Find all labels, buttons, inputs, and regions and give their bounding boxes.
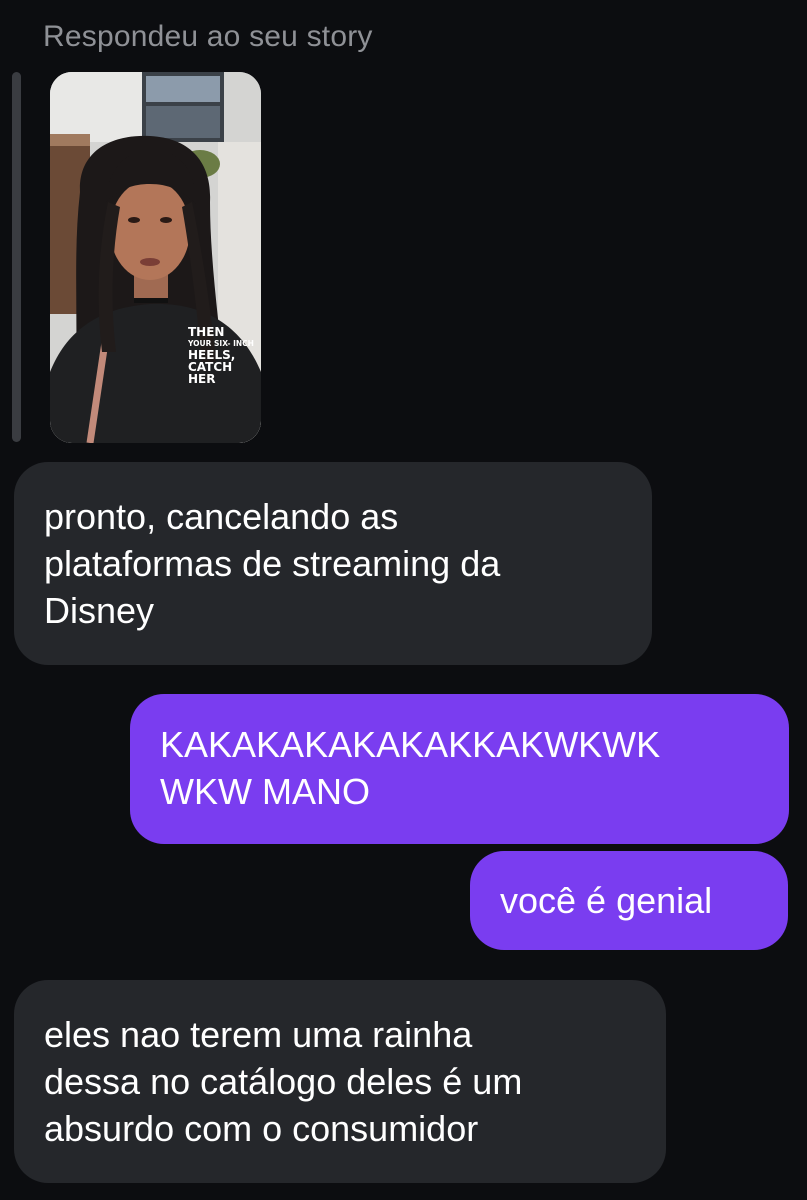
story-reply-label: Respondeu ao seu story bbox=[43, 20, 373, 53]
message-text: absurdo com o consumidor bbox=[44, 1108, 479, 1149]
story-photo bbox=[50, 72, 261, 443]
message-text: WKW MANO bbox=[160, 771, 370, 812]
incoming-message[interactable]: eles nao terem uma rainha dessa no catál… bbox=[14, 980, 666, 1183]
message-text: Disney bbox=[44, 590, 155, 631]
message-text: dessa no catálogo deles é um bbox=[44, 1061, 523, 1102]
outgoing-message[interactable]: você é genial bbox=[470, 851, 788, 950]
story-caption-line: YOUR SIX- INCH bbox=[188, 339, 254, 348]
story-caption-line: THEN bbox=[188, 325, 225, 339]
story-caption-line: HEELS, bbox=[188, 347, 236, 362]
reply-quote-bar bbox=[12, 72, 21, 442]
message-text: você é genial bbox=[500, 880, 713, 921]
message-text: pronto, cancelando as bbox=[44, 496, 399, 537]
message-text: eles nao terem uma rainha bbox=[44, 1014, 473, 1055]
story-thumbnail[interactable]: THEN YOUR SIX- INCH HEELS, CATCH HER bbox=[50, 72, 261, 443]
story-caption-line: CATCH bbox=[188, 359, 233, 374]
incoming-message[interactable]: pronto, cancelando as plataformas de str… bbox=[14, 462, 652, 665]
story-caption: THEN YOUR SIX- INCH HEELS, CATCH HER bbox=[188, 326, 254, 385]
message-text: plataformas de streaming da bbox=[44, 543, 501, 584]
outgoing-message[interactable]: KAKAKAKAKAKAKKAKWKWK WKW MANO bbox=[130, 694, 789, 844]
message-text: KAKAKAKAKAKAKKAKWKWK bbox=[160, 724, 661, 765]
story-caption-line: HER bbox=[188, 371, 216, 386]
